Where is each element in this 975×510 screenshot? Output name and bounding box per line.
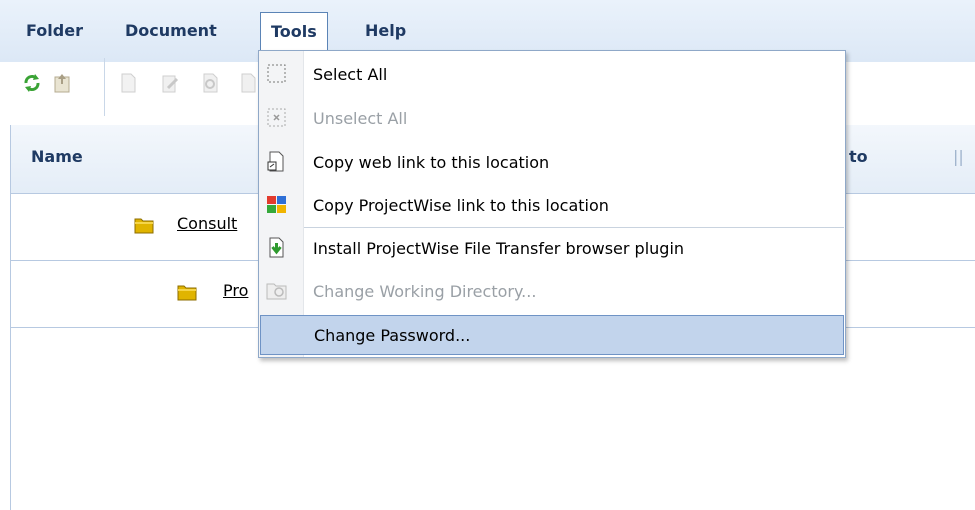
menu-item-change-working-directory[interactable]: Change Working Directory... (260, 272, 844, 312)
menu-item-label: Change Working Directory... (313, 282, 537, 301)
select-all-icon (266, 63, 288, 85)
menu-folder[interactable]: Folder (16, 12, 93, 50)
projectwise-link-icon (266, 194, 288, 216)
unselect-all-icon (266, 107, 288, 129)
menu-item-change-password[interactable]: Change Password... (260, 315, 844, 355)
properties-icon (238, 72, 258, 94)
folder-link[interactable]: Consult (177, 214, 237, 233)
column-header-partial[interactable]: to (849, 147, 868, 166)
menu-item-install-plugin[interactable]: Install ProjectWise File Transfer browse… (260, 229, 844, 269)
tools-dropdown-menu: Select All Unselect All Copy web link to… (258, 50, 846, 358)
menu-item-label: Copy ProjectWise link to this location (313, 196, 609, 215)
menu-item-label: Install ProjectWise File Transfer browse… (313, 239, 685, 258)
column-resize-handle[interactable]: || (953, 147, 964, 166)
menu-tools[interactable]: Tools (260, 12, 328, 54)
install-plugin-icon (266, 237, 288, 259)
menu-item-unselect-all[interactable]: Unselect All (260, 99, 844, 139)
menu-item-label: Select All (313, 65, 388, 84)
refresh-icon[interactable] (22, 72, 42, 94)
view-document-icon (200, 72, 220, 94)
web-link-icon (266, 151, 288, 173)
column-name[interactable]: Name (31, 147, 83, 166)
menu-help[interactable]: Help (355, 12, 416, 50)
menu-item-label: Copy web link to this location (313, 153, 550, 172)
menu-separator (304, 227, 844, 228)
menu-document[interactable]: Document (115, 12, 227, 50)
working-directory-icon (266, 280, 288, 302)
folder-link[interactable]: Pro (223, 281, 248, 300)
menu-item-select-all[interactable]: Select All (260, 55, 844, 95)
upload-folder-icon[interactable] (52, 72, 72, 94)
edit-document-icon (160, 72, 180, 94)
menu-item-label: Unselect All (313, 109, 408, 128)
toolbar-divider (104, 58, 105, 116)
folder-icon (177, 283, 197, 301)
menu-item-copy-web-link[interactable]: Copy web link to this location (260, 143, 844, 183)
new-document-icon (118, 72, 138, 94)
folder-icon (134, 216, 154, 234)
menu-item-label: Change Password... (314, 326, 471, 345)
menu-item-copy-projectwise-link[interactable]: Copy ProjectWise link to this location (260, 186, 844, 226)
